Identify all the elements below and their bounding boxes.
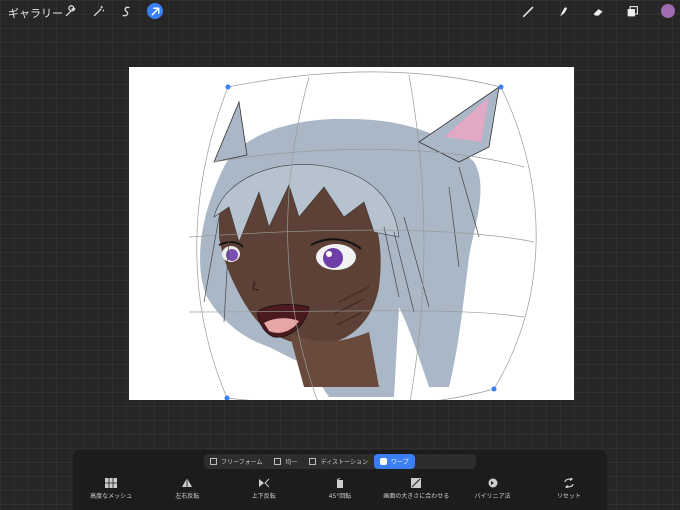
fit-to-screen-button[interactable]: 画面の大きさに合わせる xyxy=(381,478,451,500)
reset-button[interactable]: リセット xyxy=(534,478,604,500)
selection-icon[interactable] xyxy=(118,3,134,19)
bilinear-button[interactable]: バイリニア法 xyxy=(458,478,528,500)
reset-icon xyxy=(564,478,574,488)
warp-handle-top-left xyxy=(225,84,231,90)
advanced-mesh-button[interactable]: 高度なメッシュ xyxy=(76,478,146,500)
mode-uniform[interactable]: 均一 xyxy=(268,454,303,469)
eraser-icon[interactable] xyxy=(590,3,606,19)
flip-horizontal-button[interactable]: 左右反転 xyxy=(152,478,222,500)
flip-vertical-icon xyxy=(258,478,270,488)
drawing-canvas[interactable] xyxy=(129,67,574,400)
transform-mode-selector: フリーフォーム 均一 ディストーション ワープ xyxy=(204,454,476,469)
brush-icon[interactable] xyxy=(520,3,536,19)
smudge-icon[interactable] xyxy=(555,3,571,19)
wrench-icon[interactable] xyxy=(62,3,78,19)
mode-freeform[interactable]: フリーフォーム xyxy=(204,454,268,469)
uniform-icon xyxy=(274,458,282,465)
top-toolbar: ギャラリー xyxy=(0,0,680,24)
distortion-icon xyxy=(309,458,317,465)
transform-panel: フリーフォーム 均一 ディストーション ワープ 高度なメッシュ 左右反転 上下反… xyxy=(73,450,607,510)
gallery-button[interactable]: ギャラリー xyxy=(8,5,63,21)
transform-actions: 高度なメッシュ 左右反転 上下反転 45°回転 画面の大きさに合わせる バイリニ… xyxy=(73,478,607,500)
warp-handle-bottom-right xyxy=(491,386,497,392)
mode-warp[interactable]: ワープ xyxy=(373,454,415,469)
mesh-icon xyxy=(105,478,118,488)
flip-vertical-button[interactable]: 上下反転 xyxy=(229,478,299,500)
transform-arrow-icon[interactable] xyxy=(147,3,163,19)
magic-wand-icon[interactable] xyxy=(90,3,106,19)
bilinear-icon xyxy=(488,478,498,488)
warp-handle-bottom-left xyxy=(224,395,230,400)
warp-mesh[interactable] xyxy=(129,67,574,400)
color-swatch[interactable] xyxy=(661,4,675,18)
mode-distortion[interactable]: ディストーション xyxy=(303,454,373,469)
warp-handle-top-right xyxy=(498,84,504,90)
rotate-icon xyxy=(336,478,343,488)
rotate-45-button[interactable]: 45°回転 xyxy=(305,478,375,500)
fit-screen-icon xyxy=(411,478,422,488)
warp-icon xyxy=(379,458,387,465)
freeform-icon xyxy=(210,458,217,465)
flip-horizontal-icon xyxy=(182,478,193,487)
layers-icon[interactable] xyxy=(624,3,640,19)
